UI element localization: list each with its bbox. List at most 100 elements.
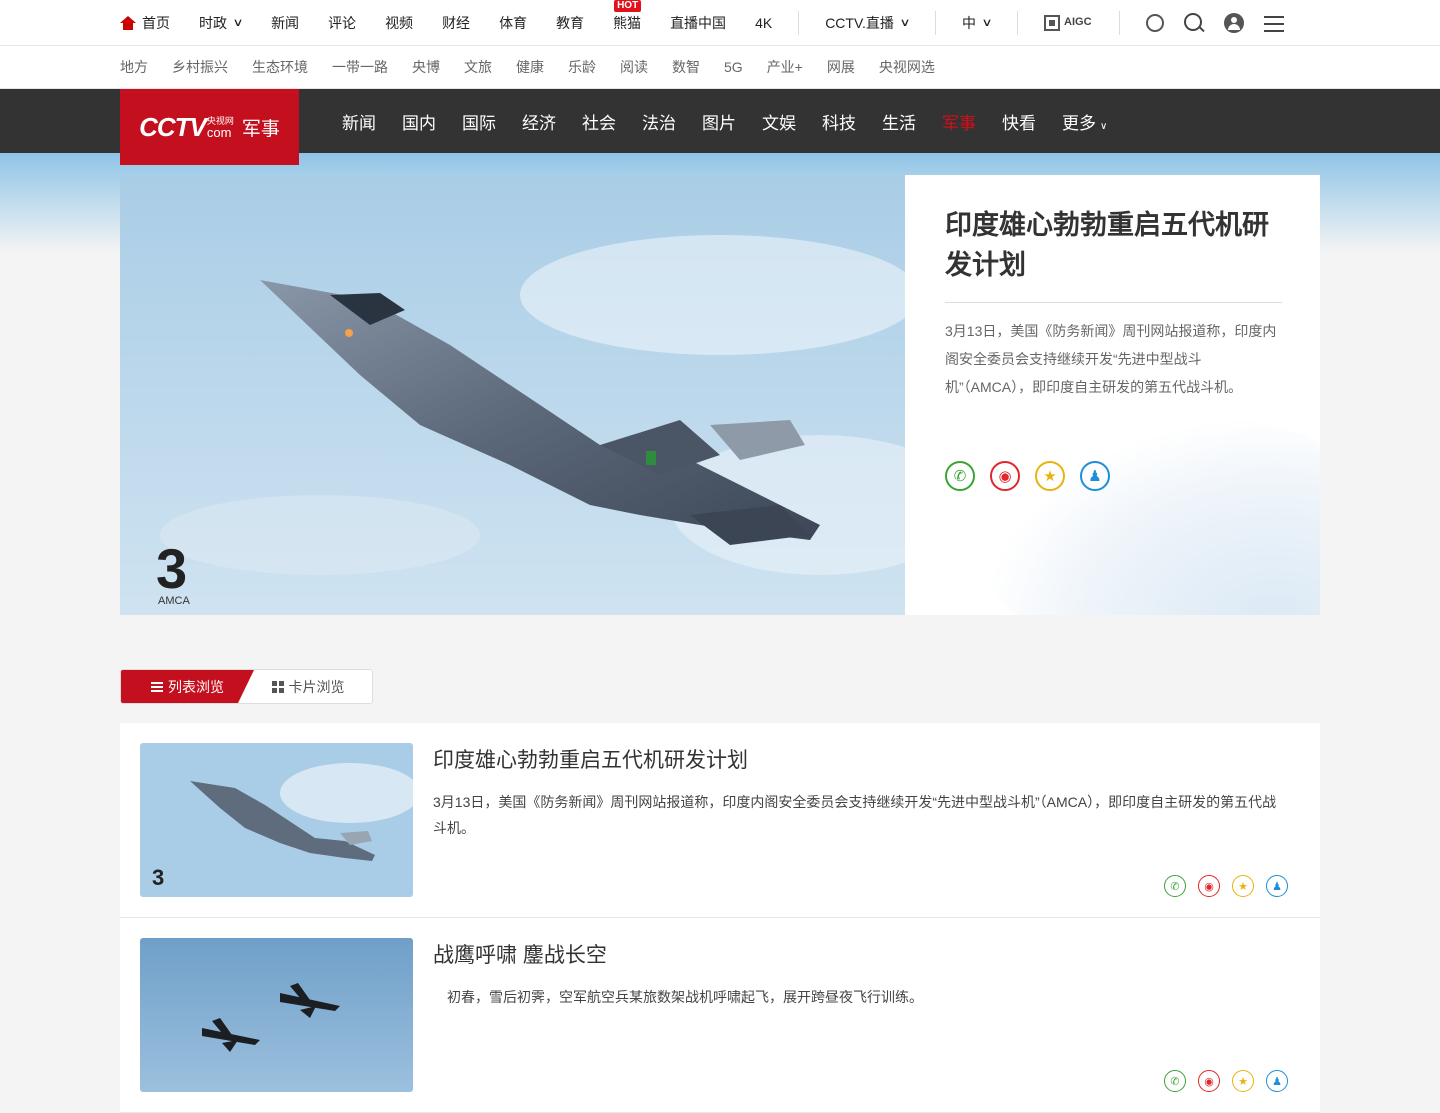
channel-item[interactable]: 社会 xyxy=(582,109,616,134)
channel-item[interactable]: 国内 xyxy=(402,109,436,134)
topnav-news[interactable]: 新闻 xyxy=(271,13,299,33)
article-body: 战鹰呼啸 鏖战长空 初春，雪后初霁，空军航空兵某旅数架战机呼啸起飞，展开跨昼夜飞… xyxy=(433,938,1300,1092)
list-view-button[interactable]: 列表浏览 xyxy=(121,670,254,703)
channel-item[interactable]: 生活 xyxy=(882,109,916,134)
subnav-item[interactable]: 数智 xyxy=(672,57,700,77)
sub-nav: 地方 乡村振兴 生态环境 一带一路 央博 文旅 健康 乐龄 阅读 数智 5G 产业+ 网展 央视网选 xyxy=(120,46,1320,88)
decorative-swoosh xyxy=(980,415,1320,615)
topnav-4k[interactable]: 4K xyxy=(755,15,772,31)
aigc-link[interactable]: AIGC xyxy=(1044,14,1092,31)
logo-com-text: com xyxy=(206,125,232,140)
topnav-label: 首页 xyxy=(142,14,170,31)
channel-label: 生活 xyxy=(882,114,916,133)
qq-icon[interactable]: ♟ xyxy=(1266,875,1288,897)
subnav-item[interactable]: 网展 xyxy=(827,57,855,77)
topnav-label: 评论 xyxy=(328,14,357,31)
topnav-home[interactable]: 首页 xyxy=(120,13,170,33)
hero-title[interactable]: 印度雄心勃勃重启五代机研发计划 xyxy=(945,205,1282,285)
accessibility-icon[interactable] xyxy=(1145,13,1164,32)
subnav-item[interactable]: 健康 xyxy=(516,57,544,77)
weibo-icon[interactable]: ◉ xyxy=(990,461,1020,491)
divider xyxy=(1017,10,1019,35)
subnav-item[interactable]: 一带一路 xyxy=(332,57,388,77)
live-label: CCTV.直播 xyxy=(825,14,894,31)
logo-com: 央视网 com xyxy=(207,115,234,139)
topnav-live-china[interactable]: 直播中国 xyxy=(670,13,726,33)
article-title[interactable]: 战鹰呼啸 鏖战长空 xyxy=(433,939,1300,969)
article-summary: 初春，雪后初霁，空军航空兵某旅数架战机呼啸起飞，展开跨昼夜飞行训练。 xyxy=(433,989,923,1005)
channel-item[interactable]: 新闻 xyxy=(342,109,376,134)
wechat-icon[interactable]: ✆ xyxy=(945,461,975,491)
subnav-item[interactable]: 乡村振兴 xyxy=(172,57,228,77)
subnav-item[interactable]: 央博 xyxy=(412,57,440,77)
channel-item[interactable]: 快看 xyxy=(1002,109,1036,134)
topnav-label: 视频 xyxy=(385,14,414,31)
channel-label: 文娱 xyxy=(762,114,796,133)
subnav-item[interactable]: 乐龄 xyxy=(568,57,596,77)
channel-item[interactable]: 更多 ∨ xyxy=(1062,109,1107,134)
topnav-video[interactable]: 视频 xyxy=(385,13,413,33)
svg-text:3: 3 xyxy=(152,865,164,890)
channel-label: 国内 xyxy=(402,114,436,133)
divider xyxy=(798,10,800,35)
topnav-label: 4K xyxy=(755,14,773,31)
grid-icon xyxy=(271,680,284,693)
topnav-sports[interactable]: 体育 xyxy=(499,13,527,33)
menu-icon[interactable] xyxy=(1263,15,1284,32)
channel-label: 更多 xyxy=(1062,114,1096,133)
wechat-icon[interactable]: ✆ xyxy=(1164,875,1186,897)
channel-item[interactable]: 科技 xyxy=(822,109,856,134)
channel-item[interactable]: 经济 xyxy=(522,109,556,134)
aigc-icon xyxy=(1044,14,1061,31)
language-dropdown[interactable]: 中 ∨ xyxy=(961,13,993,33)
subnav-item[interactable]: 阅读 xyxy=(620,57,648,77)
top-nav: 首页 时政 ∨ 新闻 评论 视频 财经 体育 教育 HOT 熊猫 直播中国 4K C… xyxy=(120,0,1284,35)
channel-item[interactable]: 文娱 xyxy=(762,109,796,134)
language-label: 中 xyxy=(961,14,976,31)
article-body: 印度雄心勃勃重启五代机研发计划 3月13日，美国《防务新闻》周刊网站报道称，印度… xyxy=(433,743,1300,897)
channel-label: 科技 xyxy=(822,114,856,133)
subnav-item[interactable]: 央视网选 xyxy=(879,57,935,77)
chevron-down-icon: ∨ xyxy=(899,17,911,29)
topnav-finance[interactable]: 财经 xyxy=(442,13,470,33)
favorite-icon[interactable]: ★ xyxy=(1232,875,1254,897)
subnav-item[interactable]: 产业+ xyxy=(767,57,803,77)
aigc-label: AIGC xyxy=(1064,16,1092,28)
favorite-icon[interactable]: ★ xyxy=(1232,1070,1254,1092)
article-thumbnail[interactable] xyxy=(140,938,413,1092)
logo-section: 军事 xyxy=(241,118,280,140)
home-icon xyxy=(120,15,136,30)
favorite-icon[interactable]: ★ xyxy=(1035,461,1065,491)
channel-label: 图片 xyxy=(702,114,736,133)
topnav-politics[interactable]: 时政 ∨ xyxy=(199,13,244,33)
site-logo[interactable]: CCTV 央视网 com 军事 xyxy=(120,89,299,165)
topnav-education[interactable]: 教育 xyxy=(556,13,584,33)
channel-item[interactable]: 图片 xyxy=(702,109,736,134)
divider xyxy=(934,10,936,35)
wechat-icon[interactable]: ✆ xyxy=(1164,1070,1186,1092)
subnav-item[interactable]: 5G xyxy=(724,59,743,75)
user-icon[interactable] xyxy=(1223,12,1244,33)
hero-image[interactable]: 3 AMCA xyxy=(120,175,905,615)
weibo-icon[interactable]: ◉ xyxy=(1198,875,1220,897)
card-view-label: 卡片浏览 xyxy=(288,678,345,695)
topnav-label: 财经 xyxy=(442,14,471,31)
card-view-button[interactable]: 卡片浏览 xyxy=(244,670,372,703)
channel-item[interactable]: 军事 xyxy=(942,109,976,134)
qq-icon[interactable]: ♟ xyxy=(1266,1070,1288,1092)
topnav-comment[interactable]: 评论 xyxy=(328,13,356,33)
qq-icon[interactable]: ♟ xyxy=(1080,461,1110,491)
topnav-panda[interactable]: HOT 熊猫 xyxy=(613,0,642,33)
channel-item[interactable]: 法治 xyxy=(642,109,676,134)
search-icon[interactable] xyxy=(1183,12,1204,33)
channel-item[interactable]: 国际 xyxy=(462,109,496,134)
live-dropdown[interactable]: CCTV.直播 ∨ xyxy=(825,13,911,33)
subnav-item[interactable]: 地方 xyxy=(120,57,148,77)
weibo-icon[interactable]: ◉ xyxy=(1198,1070,1220,1092)
article-thumbnail[interactable]: 3 xyxy=(140,743,413,897)
subnav-item[interactable]: 生态环境 xyxy=(252,57,308,77)
article-title[interactable]: 印度雄心勃勃重启五代机研发计划 xyxy=(433,744,1300,774)
subnav-item[interactable]: 文旅 xyxy=(464,57,492,77)
jet-thumbnail-image: 3 xyxy=(140,743,413,897)
article-list: 3 印度雄心勃勃重启五代机研发计划 3月13日，美国《防务新闻》周刊网站报道称，… xyxy=(120,723,1320,1113)
